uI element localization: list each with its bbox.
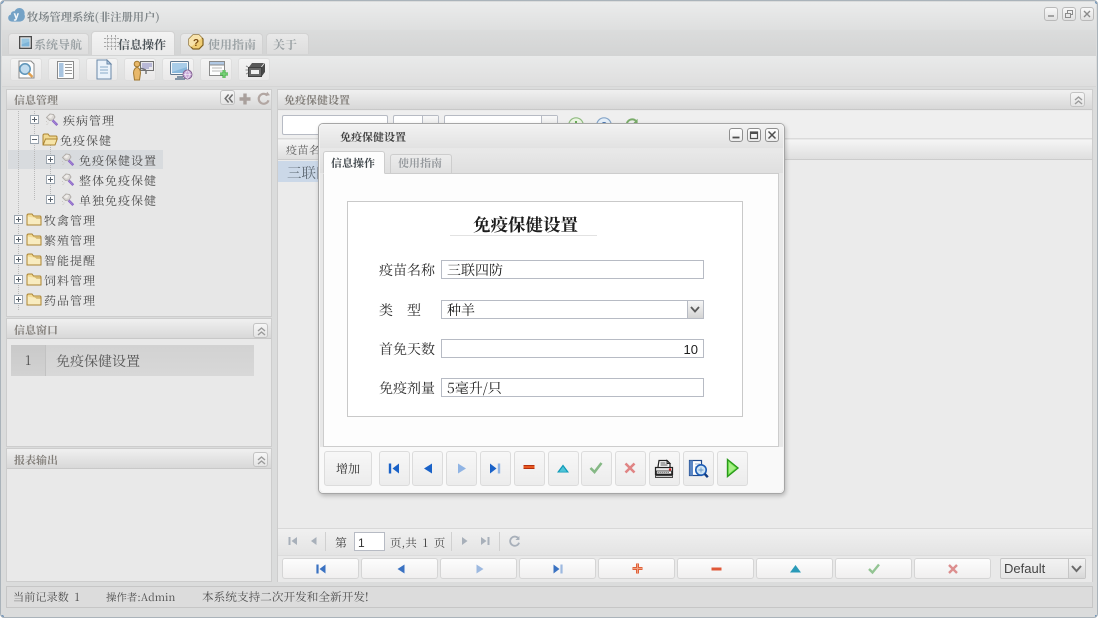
- svg-text:?: ?: [193, 38, 199, 49]
